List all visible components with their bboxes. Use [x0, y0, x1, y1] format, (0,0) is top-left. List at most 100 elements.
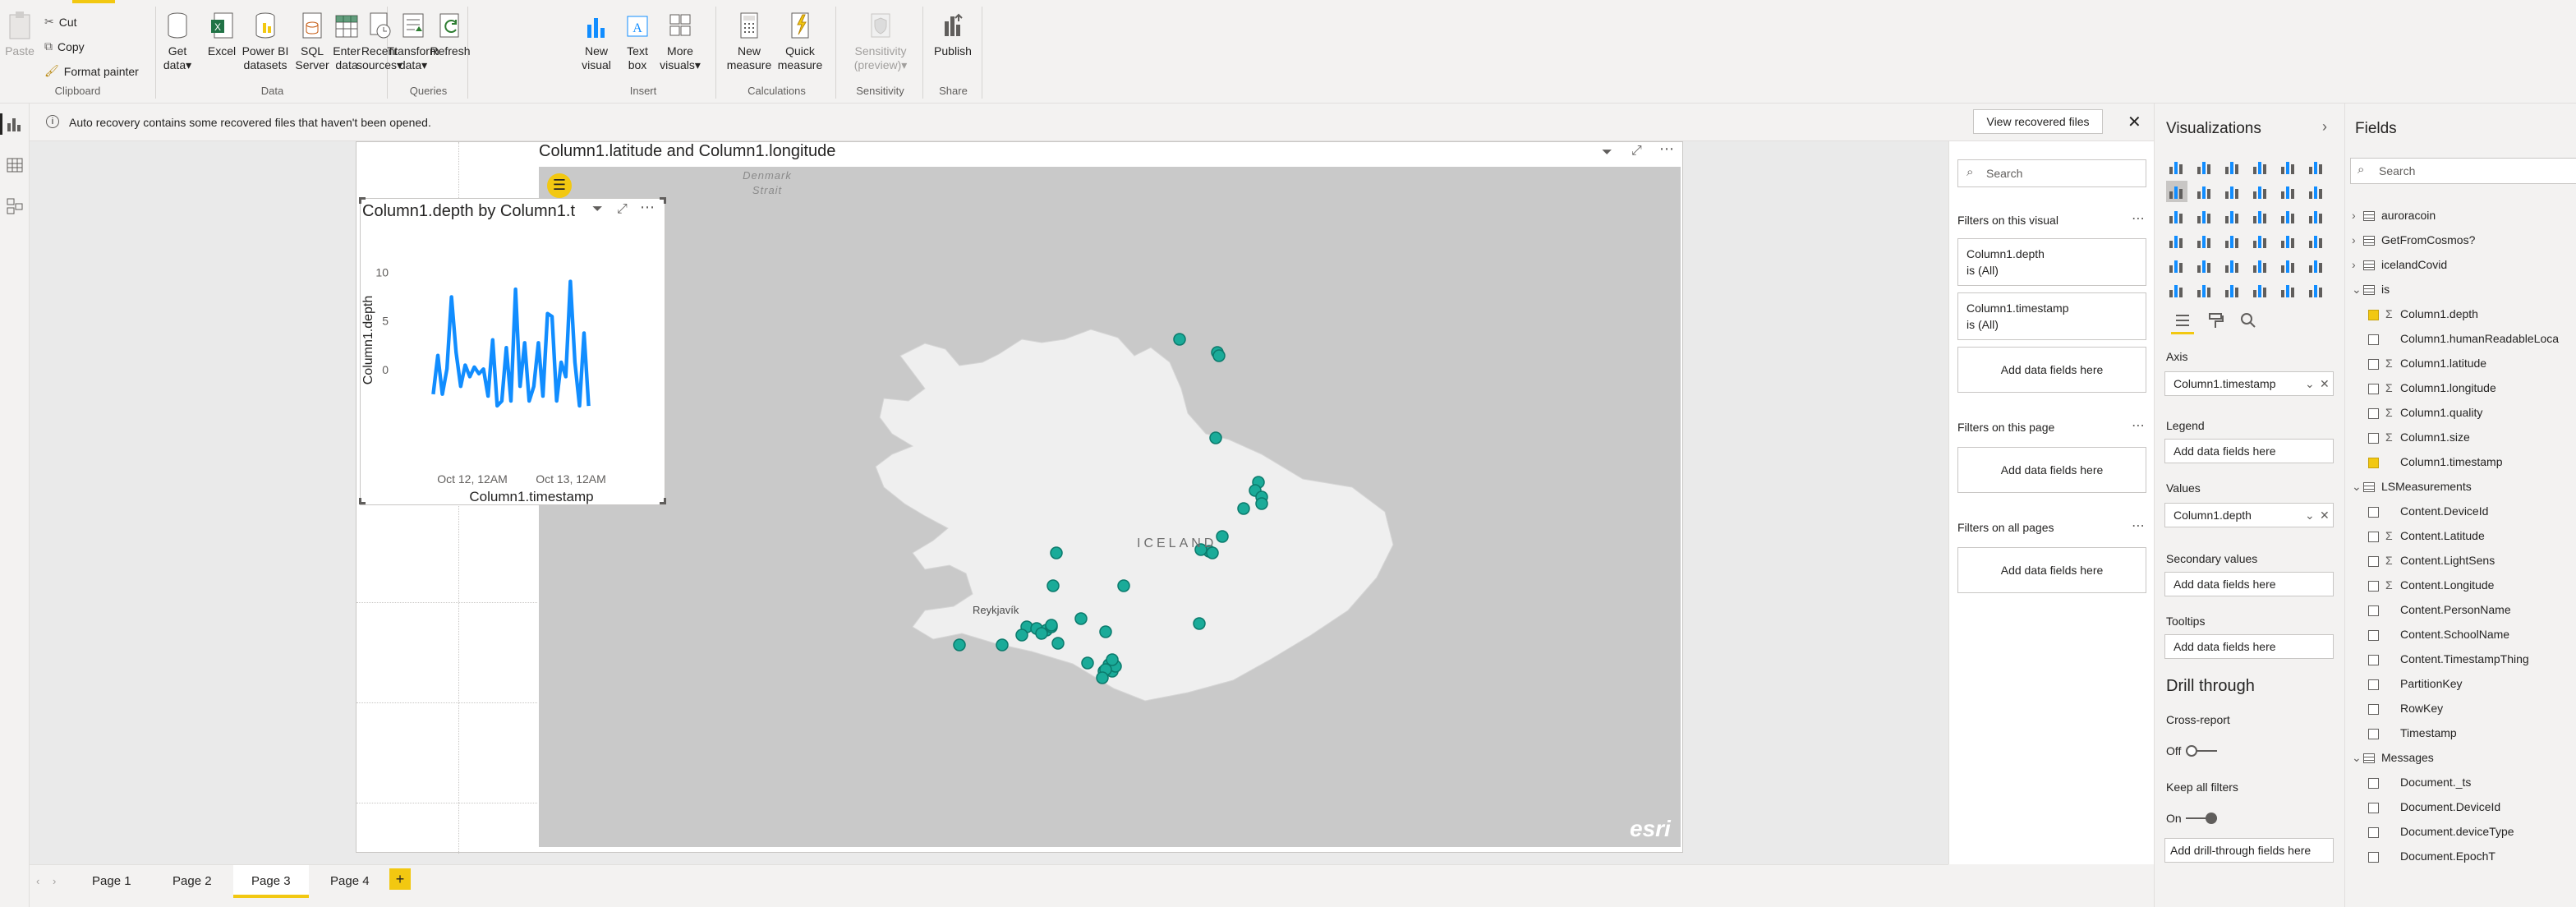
filters-search-box[interactable]: ⌕ Search — [1957, 159, 2146, 187]
add-page-button[interactable]: + — [389, 868, 411, 890]
map-point[interactable] — [1209, 431, 1222, 444]
keep-filters-toggle[interactable] — [2186, 812, 2219, 825]
paint-roller-icon[interactable] — [2207, 312, 2224, 329]
field-checkbox[interactable] — [2368, 531, 2379, 542]
fields-search-box[interactable]: ⌕ Search — [2350, 158, 2576, 184]
legend-well[interactable]: Add data fields here — [2164, 439, 2334, 463]
menu-icon[interactable]: ☰ — [547, 173, 572, 198]
remove-icon[interactable]: ✕ — [2320, 504, 2330, 527]
map-point[interactable] — [1081, 656, 1094, 670]
field-row[interactable]: Timestamp — [2368, 723, 2457, 743]
format-painter-button[interactable]: 🖌 Format painter — [44, 64, 139, 78]
excel-button[interactable]: X Excel — [207, 10, 237, 58]
kpi-icon[interactable] — [2166, 255, 2187, 276]
paste-button[interactable]: Paste — [3, 10, 36, 58]
map-point[interactable] — [1255, 497, 1268, 510]
map-point[interactable] — [1074, 612, 1088, 625]
scatter-icon[interactable] — [2222, 205, 2243, 227]
qa-icon[interactable] — [2222, 279, 2243, 301]
map-point[interactable] — [1051, 637, 1065, 650]
remove-icon[interactable]: ✕ — [2320, 372, 2330, 395]
timestamp-filter-card[interactable]: Column1.timestamp is (All) — [1957, 292, 2146, 340]
pie-icon[interactable] — [2250, 205, 2271, 227]
ribbon-chart-icon[interactable] — [2306, 181, 2327, 202]
field-checkbox[interactable] — [2368, 432, 2379, 444]
table-getfromcosmos[interactable]: › GetFromCosmos? — [2352, 230, 2475, 250]
chevron-down-icon[interactable]: ⌄ — [2305, 504, 2315, 527]
field-row[interactable]: Content.DeviceId — [2368, 501, 2488, 521]
field-row[interactable]: Content.SchoolName — [2368, 624, 2509, 644]
field-checkbox[interactable] — [2368, 506, 2379, 518]
sql-server-button[interactable]: SQL Server — [295, 10, 329, 72]
field-row[interactable]: Content.PersonName — [2368, 600, 2511, 619]
field-checkbox[interactable] — [2368, 728, 2379, 739]
sensitivity-button[interactable]: Sensitivity (preview)▾ — [843, 10, 918, 72]
map-point[interactable] — [1193, 617, 1206, 630]
values-well[interactable]: Column1.depth ⌄ ✕ — [2164, 503, 2334, 527]
transform-data-button[interactable]: Transform data▾ — [387, 10, 439, 72]
field-checkbox[interactable] — [2368, 580, 2379, 592]
map-area[interactable]: Denmark Strait ICELAND Reykjavík esri — [539, 167, 1681, 847]
get-data-button[interactable]: Get data▾ — [163, 10, 192, 72]
donut-icon[interactable] — [2278, 205, 2299, 227]
field-checkbox[interactable] — [2368, 334, 2379, 345]
tab-page-3[interactable]: Page 3 — [233, 865, 309, 898]
100-column-icon[interactable] — [2306, 156, 2327, 177]
filter-icon[interactable]: ⏷ — [1602, 145, 1612, 160]
field-checkbox[interactable] — [2368, 309, 2379, 320]
shape-map-icon[interactable] — [2222, 230, 2243, 251]
field-row[interactable]: Σ Column1.latitude — [2368, 353, 2486, 373]
map-point[interactable] — [1216, 530, 1229, 543]
more-icon[interactable] — [2306, 279, 2327, 301]
close-icon[interactable]: ✕ — [2128, 112, 2141, 132]
tooltips-well[interactable]: Add data fields here — [2164, 634, 2334, 659]
field-checkbox[interactable] — [2368, 703, 2379, 715]
field-row[interactable]: Content.TimestampThing — [2368, 649, 2529, 669]
field-row[interactable]: Σ Content.Longitude — [2368, 575, 2494, 595]
report-filter-drop-zone[interactable]: Add data fields here — [1957, 547, 2146, 593]
more-options-icon[interactable]: ⋯ — [2132, 518, 2145, 534]
waterfall-icon[interactable] — [2166, 205, 2187, 227]
gauge-icon[interactable] — [2250, 230, 2271, 251]
prev-page-icon[interactable]: ‹ — [36, 875, 39, 887]
next-page-icon[interactable]: › — [53, 875, 56, 887]
area-chart-icon[interactable] — [2194, 181, 2215, 202]
resize-handle[interactable] — [359, 498, 366, 504]
map-point[interactable] — [1096, 671, 1109, 684]
cut-button[interactable]: ✂ Cut — [44, 15, 77, 29]
depth-filter-card[interactable]: Column1.depth is (All) — [1957, 238, 2146, 286]
publish-button[interactable]: Publish — [928, 10, 978, 58]
field-checkbox[interactable] — [2368, 407, 2379, 419]
python-visual-icon[interactable] — [2306, 255, 2327, 276]
map-point[interactable] — [1099, 625, 1112, 638]
field-checkbox[interactable] — [2368, 629, 2379, 641]
card-icon[interactable] — [2278, 230, 2299, 251]
cross-report-toggle[interactable] — [2186, 744, 2219, 757]
field-row[interactable]: Document.EpochT — [2368, 846, 2496, 866]
more-visuals-button[interactable]: More visuals▾ — [656, 10, 705, 72]
field-row[interactable]: Document.DeviceId — [2368, 797, 2500, 817]
line-chart-visual[interactable]: Column1.depth by Column1.t ⏷ ⤢ ⋯ Column1… — [359, 197, 666, 505]
treemap-icon[interactable] — [2306, 205, 2327, 227]
field-checkbox[interactable] — [2368, 679, 2379, 690]
table-messages[interactable]: ⌄ Messages — [2352, 748, 2434, 767]
100-bar-icon[interactable] — [2278, 156, 2299, 177]
drill-through-well[interactable]: Add drill-through fields here — [2164, 838, 2334, 863]
data-view-icon[interactable] — [6, 156, 24, 174]
line-chart-icon[interactable] — [2166, 181, 2187, 202]
table-icon[interactable] — [2222, 255, 2243, 276]
filled-map-icon[interactable] — [2194, 230, 2215, 251]
resize-handle[interactable] — [359, 197, 366, 204]
map-point[interactable] — [1117, 579, 1130, 592]
matrix-icon[interactable] — [2250, 255, 2271, 276]
map-icon[interactable] — [2166, 230, 2187, 251]
page-filter-drop-zone[interactable]: Add data fields here — [1957, 447, 2146, 493]
narrative-icon[interactable] — [2250, 279, 2271, 301]
field-row[interactable]: PartitionKey — [2368, 674, 2462, 693]
tab-page-2[interactable]: Page 2 — [154, 865, 230, 898]
new-measure-button[interactable]: New measure — [724, 10, 774, 72]
map-point[interactable] — [1015, 628, 1028, 642]
field-checkbox[interactable] — [2368, 777, 2379, 789]
slicer-icon[interactable] — [2194, 255, 2215, 276]
field-row[interactable]: Column1.timestamp — [2368, 452, 2503, 472]
